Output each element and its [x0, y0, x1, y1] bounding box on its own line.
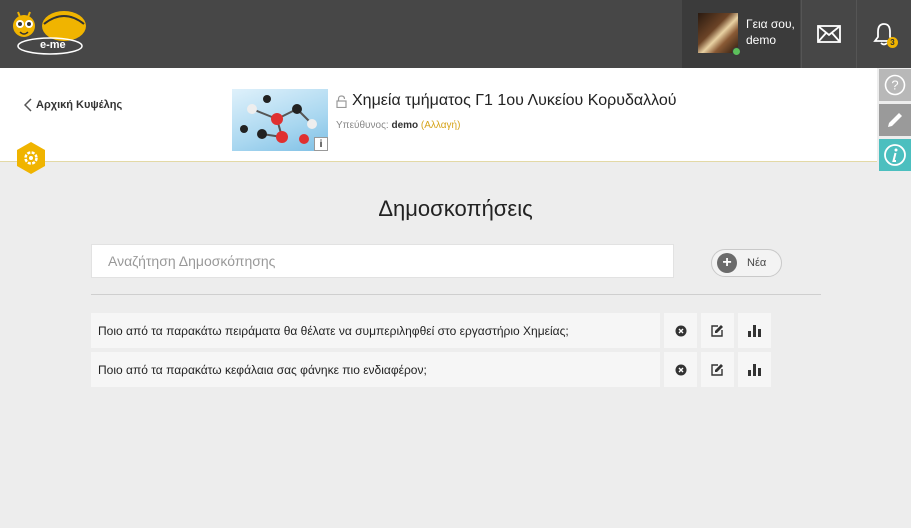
edit-poll-button[interactable]: [701, 352, 734, 387]
user-menu[interactable]: Γεια σου, demo: [682, 0, 800, 68]
close-poll-button[interactable]: [664, 352, 697, 387]
greeting-text: Γεια σου,: [746, 17, 795, 31]
back-to-hive-link[interactable]: Αρχική Κυψέλης: [24, 98, 122, 112]
close-circle-icon: [675, 325, 686, 336]
user-name: demo: [746, 33, 777, 47]
help-icon: ?: [884, 74, 906, 96]
course-header: Αρχική Κυψέλης i Χημεία τμήματος Γ1 1ου …: [0, 68, 877, 162]
page-title: Δημοσκοπήσεις: [378, 196, 533, 221]
edit-icon: [711, 364, 723, 376]
close-circle-icon: [675, 364, 686, 375]
poll-results-button[interactable]: [738, 352, 771, 387]
bar-chart-icon: [748, 324, 761, 337]
avatar: [698, 13, 741, 56]
gear-icon: [17, 142, 45, 174]
user-greeting: Γεια σου, demo: [746, 16, 795, 48]
info-icon: [884, 144, 906, 166]
online-status-icon: [732, 47, 741, 56]
change-owner-link[interactable]: (Αλλαγή): [421, 120, 461, 131]
help-glyph: ?: [891, 78, 898, 93]
bar-chart-icon: [748, 363, 761, 376]
owner-name: demo: [391, 120, 419, 131]
help-button[interactable]: ?: [879, 69, 911, 101]
divider: [91, 294, 821, 295]
lock-icon: [336, 94, 347, 108]
edit-poll-button[interactable]: [701, 313, 734, 348]
poll-row: Ποιο από τα παρακάτω πειράματα θα θέλατε…: [91, 313, 774, 348]
course-thumbnail: i: [232, 89, 328, 151]
thumbnail-info-button[interactable]: i: [314, 137, 328, 151]
search-polls-input[interactable]: [91, 244, 674, 278]
course-owner: Υπεύθυνος: demo (Αλλαγή): [336, 120, 460, 131]
back-link-label: Αρχική Κυψέλης: [36, 99, 123, 111]
poll-row: Ποιο από τα παρακάτω κεφάλαια σας φάνηκε…: [91, 352, 774, 387]
notifications-button[interactable]: 3: [856, 0, 911, 68]
edit-icon: [711, 325, 723, 337]
info-tool-button[interactable]: [879, 139, 911, 171]
owner-label: Υπεύθυνος:: [336, 120, 389, 131]
pencil-icon: [888, 113, 902, 127]
course-title: Χημεία τμήματος Γ1 1ου Λυκείου Κορυδαλλο…: [336, 92, 677, 110]
course-title-text: Χημεία τμήματος Γ1 1ου Λυκείου Κορυδαλλο…: [352, 92, 677, 109]
notification-badge: 3: [887, 37, 898, 48]
top-bar: e-me Γεια σου, demo 3: [0, 0, 911, 68]
new-poll-button[interactable]: + Νέα: [711, 249, 782, 277]
poll-question[interactable]: Ποιο από τα παρακάτω πειράματα θα θέλατε…: [91, 313, 660, 348]
poll-results-button[interactable]: [738, 313, 771, 348]
poll-question[interactable]: Ποιο από τα παρακάτω κεφάλαια σας φάνηκε…: [91, 352, 660, 387]
e-me-logo-icon[interactable]: e-me: [10, 6, 92, 60]
messages-button[interactable]: [801, 0, 856, 68]
mail-icon: [817, 25, 841, 43]
plus-icon: +: [717, 253, 737, 273]
logo-text: e-me: [40, 39, 66, 51]
edit-tool-button[interactable]: [879, 104, 911, 136]
new-poll-label: Νέα: [747, 257, 767, 269]
close-poll-button[interactable]: [664, 313, 697, 348]
chevron-left-icon: [24, 98, 32, 112]
settings-button[interactable]: [15, 141, 47, 175]
